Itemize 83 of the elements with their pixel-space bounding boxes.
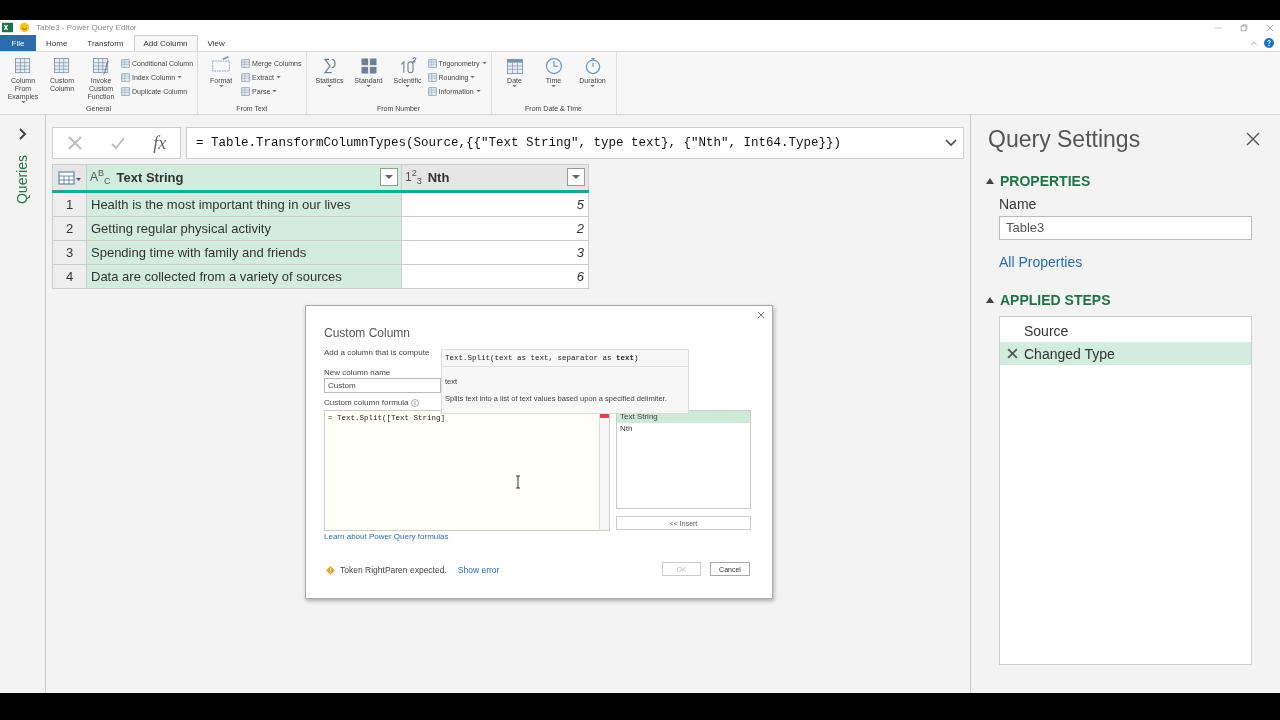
clock-icon bbox=[543, 56, 564, 76]
smiley-icon[interactable] bbox=[19, 22, 30, 33]
applied-step[interactable]: Source bbox=[1000, 319, 1251, 342]
caret-icon bbox=[470, 75, 476, 79]
learn-link[interactable]: Learn about Power Query formulas bbox=[324, 532, 449, 541]
caret-icon bbox=[512, 85, 517, 88]
section-heading: APPLIED STEPS bbox=[1000, 292, 1111, 308]
check-icon[interactable] bbox=[110, 135, 126, 151]
column-header: Nth bbox=[427, 170, 451, 185]
row-number: 2 bbox=[52, 216, 87, 241]
ribbon-tab[interactable]: Add Column bbox=[133, 35, 198, 51]
filter-dropdown-icon[interactable] bbox=[380, 168, 398, 187]
row-number: 1 bbox=[52, 191, 87, 217]
table-cell: 2 bbox=[401, 216, 589, 241]
column-icon bbox=[427, 72, 437, 82]
name-field[interactable]: Table3 bbox=[999, 216, 1252, 240]
input-field[interactable]: Custom bbox=[324, 378, 441, 393]
file-tab[interactable]: File bbox=[0, 35, 36, 51]
excel-icon[interactable] bbox=[2, 22, 13, 33]
field-label: New column name bbox=[324, 368, 391, 377]
table-cell: 6 bbox=[401, 264, 589, 289]
table-icon bbox=[52, 56, 72, 76]
table-cell: 3 bbox=[401, 240, 589, 265]
field-label: Custom column formula bbox=[324, 398, 420, 407]
column-header: Text String bbox=[116, 170, 185, 185]
insert-function-button[interactable]: fx bbox=[153, 132, 167, 154]
caret-icon bbox=[20, 101, 26, 104]
caret-icon bbox=[481, 61, 487, 65]
collapse-icon[interactable] bbox=[986, 177, 994, 185]
show-error-link[interactable]: Show error bbox=[457, 565, 500, 575]
close-icon[interactable] bbox=[757, 311, 765, 319]
filter-dropdown-icon[interactable] bbox=[567, 168, 585, 187]
caret-icon bbox=[272, 89, 278, 93]
table-cell: Getting regular physical activity bbox=[86, 216, 402, 241]
row-number: 3 bbox=[52, 240, 87, 265]
table-menu-icon[interactable] bbox=[57, 170, 82, 185]
all-properties-link[interactable]: All Properties bbox=[999, 254, 1252, 270]
ribbon-tab[interactable]: Home bbox=[36, 35, 78, 51]
ribbon-tab[interactable]: View bbox=[197, 35, 235, 51]
table-cell: Data are collected from a variety of sources bbox=[86, 264, 402, 289]
column-icon bbox=[427, 86, 437, 96]
error-message: Token RightParen expected. bbox=[340, 565, 447, 575]
column-icon bbox=[241, 86, 251, 96]
caret-icon bbox=[475, 89, 481, 93]
calendar-icon bbox=[504, 56, 525, 76]
warning-icon bbox=[326, 565, 335, 575]
column-icon bbox=[427, 58, 437, 68]
window-title: Table3 - Power Query Editor bbox=[36, 23, 137, 32]
table-icon bbox=[13, 56, 33, 76]
help-icon[interactable] bbox=[1264, 38, 1274, 48]
queries-label[interactable]: Queries bbox=[14, 155, 31, 205]
expand-icon[interactable] bbox=[945, 139, 957, 147]
caret-icon bbox=[366, 85, 371, 88]
section-heading: PROPERTIES bbox=[1000, 173, 1091, 189]
delete-icon[interactable] bbox=[1007, 348, 1018, 359]
column-list-item[interactable]: Nth bbox=[617, 423, 750, 435]
function-table-icon bbox=[91, 56, 111, 76]
column-icon bbox=[241, 58, 251, 68]
caret-icon bbox=[327, 85, 332, 88]
text-cursor-icon bbox=[515, 475, 521, 489]
column-icon bbox=[121, 72, 130, 82]
ribbon-tab[interactable]: Transform bbox=[77, 35, 134, 51]
close-icon[interactable] bbox=[1246, 132, 1260, 146]
dialog-title: Custom Column bbox=[324, 326, 411, 340]
caret-icon bbox=[177, 75, 183, 79]
caret-icon bbox=[551, 85, 556, 88]
table-cell: Spending time with family and friends bbox=[86, 240, 402, 265]
caret-icon bbox=[405, 85, 410, 88]
caret-icon bbox=[218, 85, 224, 88]
caret-icon bbox=[275, 75, 281, 79]
table-cell: Health is the most important thing in our lives bbox=[86, 191, 402, 217]
table-cell: 5 bbox=[401, 191, 589, 217]
applied-step[interactable]: Changed Type bbox=[1000, 342, 1251, 365]
caret-icon bbox=[590, 85, 595, 88]
column-icon bbox=[241, 72, 251, 82]
panel-title: Query Settings bbox=[988, 125, 1141, 153]
expand-icon[interactable] bbox=[17, 127, 28, 141]
column-icon bbox=[121, 86, 130, 96]
row-number: 4 bbox=[52, 264, 87, 289]
column-icon bbox=[121, 58, 130, 68]
collapse-icon[interactable] bbox=[986, 296, 994, 304]
dialog-description: Add a column that is compute bbox=[324, 348, 430, 357]
field-label: Name bbox=[999, 196, 1038, 212]
